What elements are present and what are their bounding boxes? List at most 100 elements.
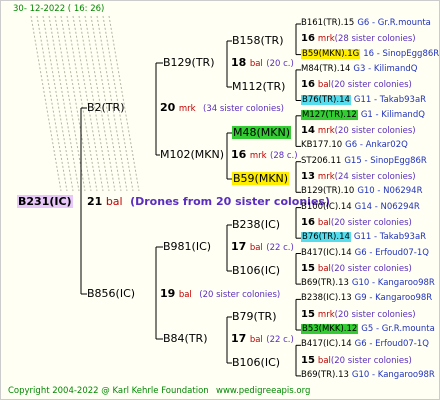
root-colonies: 21 bal (Drones from 20 sister colonies) (87, 195, 330, 208)
gen2-queen[interactable]: B129(TR) (163, 56, 215, 69)
gen4-queen-row[interactable]: B53(MKK).12 G5 - Gr.R.mounta (301, 324, 435, 335)
gen4-queen-row[interactable]: B129(TR).10 G10 - N06294R (301, 186, 423, 197)
gen4-line-link[interactable]: G6 - Erfoud07-1Q (355, 248, 429, 258)
gen4-sister-note: (20 sister colonies) (334, 309, 416, 320)
gen2-queen[interactable]: B981(IC) (163, 240, 211, 253)
gen4-queen-id: B100(IC).14 (301, 201, 352, 212)
gen4-mark: bal (317, 355, 331, 366)
gen4-mark: mrk (317, 34, 335, 45)
gen4-colony-count: 15 (301, 308, 315, 320)
root-queen[interactable]: B231(IC) (17, 195, 73, 208)
gen4-mark: mrk (317, 309, 335, 320)
gen4-line-link[interactable]: G6 - Gr.R.mounta (357, 18, 431, 28)
gen3-queen[interactable]: M112(TR) (232, 80, 285, 93)
gen4-queen-row[interactable]: B69(TR).13 G10 - Kangaroo98R (301, 278, 435, 289)
gen4-sister-note: (20 sister colonies) (330, 355, 412, 366)
gen4-colony-count: 16 (301, 33, 315, 45)
gen4-colony-count: 13 (301, 171, 315, 182)
gen4-queen-row[interactable]: B238(IC).13 G9 - Kangaroo98R (301, 293, 432, 304)
gen2-note: (22 c.) (266, 335, 294, 345)
gen4-sister-note: (20 sister colonies) (330, 263, 412, 274)
gen4-colony-count: 15 (301, 262, 315, 274)
gen4-sister-note: (28 sister colonies) (334, 34, 416, 45)
gen4-queen-id: B69(TR).13 (301, 278, 349, 289)
gen4-queen-row[interactable]: B76(TR).14 G11 - Takab93aR (301, 232, 426, 243)
gen4-queen-row[interactable]: B76(TR).14 G11 - Takab93aR (301, 94, 426, 106)
gen1-colonies-dam: 19 bal (20 sister colonies) (160, 287, 280, 301)
gen4-colony-row: 16 mrk(28 sister colonies) (301, 33, 416, 45)
root-mark: bal (105, 195, 123, 208)
gen2-count: 17 (231, 332, 247, 345)
gen4-queen-id: B76(TR).14 (301, 232, 351, 243)
gen2-colonies: 16 mrk (28 c.) (231, 148, 298, 162)
root-note: (Drones from 20 sister colonies) (130, 195, 330, 208)
gen2-count: 16 (231, 148, 247, 161)
gen3-queen[interactable]: B106(IC) (232, 356, 280, 369)
gen4-colony-count: 16 (301, 79, 315, 91)
gen4-queen-id: B76(TR).14 (301, 94, 351, 105)
gen3-queen[interactable]: B158(TR) (232, 34, 284, 47)
gen4-line-link[interactable]: G6 - Ankar02Q (345, 140, 408, 150)
footer-copyright: Copyright 2004-2022 @ Karl Kehrle Founda… (8, 386, 209, 396)
gen4-line-link[interactable]: G15 - SinopEgg86R (344, 156, 427, 166)
gen4-mark: mrk (317, 126, 335, 137)
gen2-note: (28 c.) (270, 151, 298, 161)
gen2-colonies: 18 bal (20 c.) (231, 56, 294, 70)
root-colony-count: 21 (87, 195, 103, 208)
gen4-queen-row[interactable]: B161(TR).15 G6 - Gr.R.mounta (301, 18, 431, 29)
gen2-colonies: 17 bal (22 c.) (231, 240, 294, 254)
gen2-mark: bal (249, 59, 263, 69)
gen4-line-link[interactable]: G10 - N06294R (357, 186, 422, 196)
gen4-line-link[interactable]: G5 - Gr.R.mounta (361, 324, 435, 334)
footer-site-link[interactable]: www.pedigreeapis.org (216, 386, 310, 397)
gen4-sister-note: (20 sister colonies) (334, 126, 416, 137)
gen4-queen-id: B129(TR).10 (301, 186, 355, 197)
gen4-colony-row: 15 bal(20 sister colonies) (301, 263, 412, 275)
gen4-line-link[interactable]: G6 - Erfoud07-1Q (355, 339, 429, 349)
gen4-line-link[interactable]: G11 - Takab93aR (354, 232, 426, 242)
gen4-queen-row[interactable]: B417(IC).14 G6 - Erfoud07-1Q (301, 339, 429, 350)
gen4-queen-row[interactable]: KB177.10 G6 - Ankar02Q (301, 140, 408, 151)
pedigree-chart: 30- 12-2022 ( 16: 26) B231(IC) 21 bal (D… (0, 0, 440, 400)
gen4-line-link[interactable]: G3 - KilimandQ (353, 64, 417, 74)
gen4-mark: bal (317, 217, 331, 228)
gen1-queen-dam[interactable]: B856(IC) (87, 287, 135, 300)
gen4-queen-row[interactable]: B417(IC).14 G6 - Erfoud07-1Q (301, 248, 429, 259)
gen2-count: 18 (231, 56, 247, 69)
gen4-queen-id: M84(TR).14 (301, 63, 351, 74)
gen4-queen-row[interactable]: M84(TR).14 G3 - KilimandQ (301, 64, 418, 75)
gen4-line-link[interactable]: G11 - Takab93aR (354, 95, 426, 105)
gen2-colonies: 17 bal (22 c.) (231, 332, 294, 346)
gen3-queen[interactable]: M48(MKN) (232, 126, 292, 139)
gen3-queen[interactable]: B59(MKN) (232, 172, 290, 185)
gen4-colony-row: 16 bal(20 sister colonies) (301, 79, 412, 91)
gen2-note: (20 c.) (266, 59, 294, 69)
gen2-count: 17 (231, 240, 247, 253)
gen3-queen[interactable]: B79(TR) (232, 310, 277, 323)
gen4-queen-id: B417(IC).14 (301, 247, 352, 258)
gen4-line-link[interactable]: G9 - Kangaroo98R (355, 293, 433, 303)
gen4-line-link[interactable]: G10 - Kangaroo98R (352, 278, 435, 288)
gen4-line-link[interactable]: G14 - N06294R (355, 202, 420, 212)
gen4-queen-row[interactable]: B100(IC).14 G14 - N06294R (301, 202, 420, 213)
gen1-queen-sire[interactable]: B2(TR) (87, 101, 125, 114)
gen4-colony-count: 14 (301, 125, 315, 137)
gen3-queen-id: B59(MKN) (232, 172, 290, 185)
gen4-colony-row: 15 bal(20 sister colonies) (301, 355, 412, 367)
gen2-mark: mrk (249, 151, 267, 161)
root-queen-id: B231(IC) (17, 195, 73, 208)
gen3-queen[interactable]: B106(IC) (232, 264, 280, 277)
gen4-line-link[interactable]: G10 - Kangaroo98R (352, 370, 435, 380)
gen4-queen-row[interactable]: B69(TR).13 G10 - Kangaroo98R (301, 370, 435, 381)
gen2-queen[interactable]: B84(TR) (163, 332, 208, 345)
gen2-queen[interactable]: M102(MKN) (160, 148, 224, 161)
gen4-queen-row[interactable]: B59(MKN).1G 16 - SinopEgg86R (301, 48, 439, 60)
gen4-line-link[interactable]: G1 - KilimandQ (361, 110, 425, 120)
gen4-queen-id: KB177.10 (301, 140, 343, 151)
gen4-queen-row[interactable]: M127(TR).12 G1 - KilimandQ (301, 109, 425, 121)
gen4-queen-row[interactable]: ST206.11 G15 - SinopEgg86R (301, 156, 427, 167)
gen3-queen[interactable]: B238(IC) (232, 218, 280, 231)
gen1-count: 19 (160, 287, 176, 300)
gen4-line-link[interactable]: 16 - SinopEgg86R (363, 49, 439, 59)
gen1-count: 20 (160, 101, 176, 114)
